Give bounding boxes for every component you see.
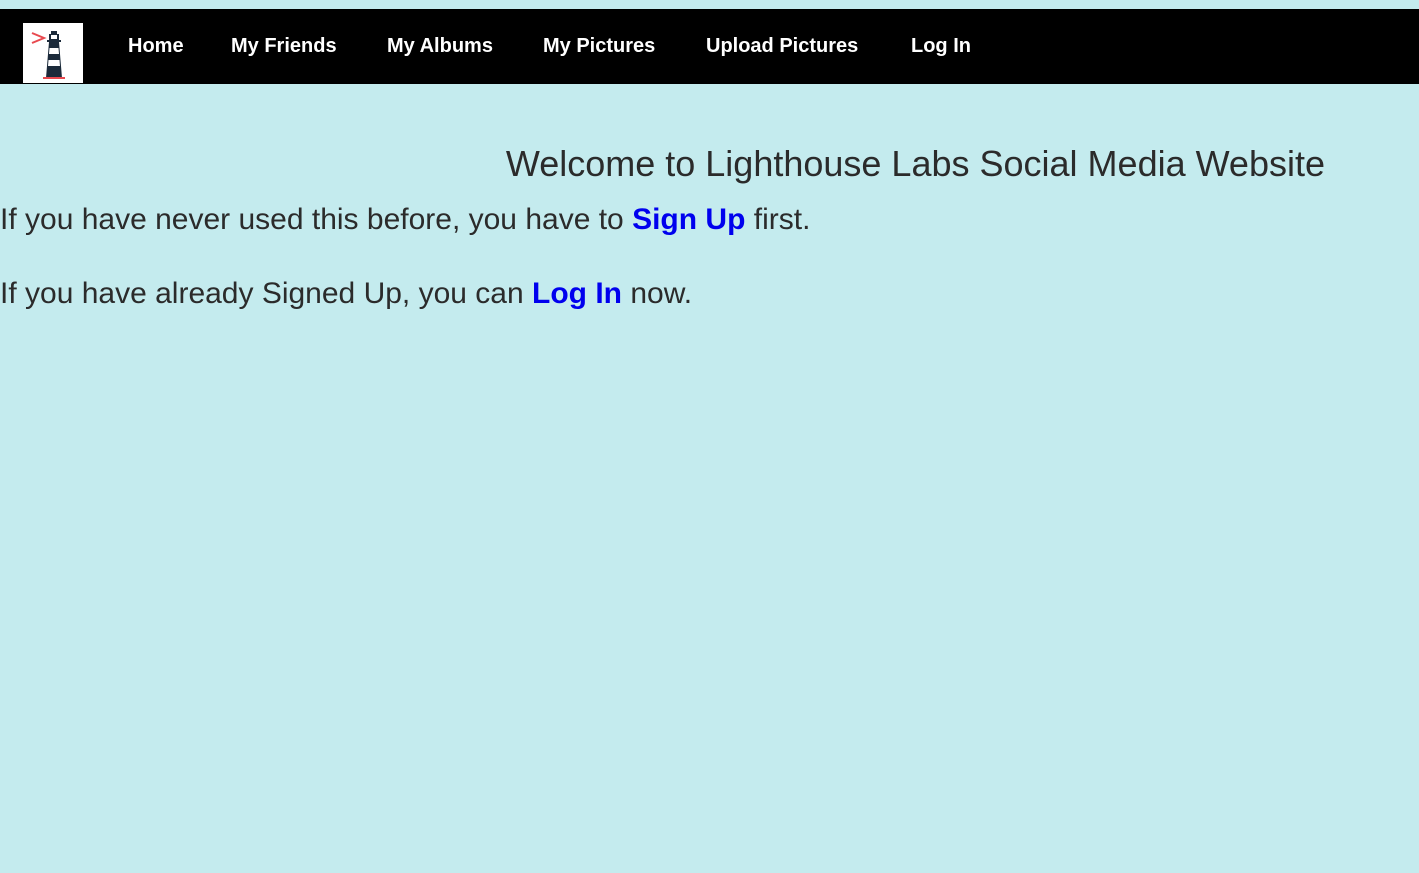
signup-paragraph: If you have never used this before, you … <box>0 203 810 237</box>
sign-up-link[interactable]: Sign Up <box>632 203 745 236</box>
lighthouse-logo-icon[interactable] <box>23 23 83 83</box>
nav-my-pictures-link[interactable]: My Pictures <box>543 9 655 84</box>
signup-text-after: first. <box>745 203 811 236</box>
nav-log-in-link[interactable]: Log In <box>911 9 971 84</box>
signup-text-before: If you have never used this before, you … <box>0 203 633 236</box>
lighthouse-logo-graphic <box>31 31 65 79</box>
nav-my-friends-link[interactable]: My Friends <box>231 9 337 84</box>
log-in-link[interactable]: Log In <box>532 277 622 310</box>
login-text-before: If you have already Signed Up, you can <box>0 277 533 310</box>
welcome-heading: Welcome to Lighthouse Labs Social Media … <box>505 143 1325 184</box>
login-text-after: now. <box>622 277 693 310</box>
login-paragraph: If you have already Signed Up, you can L… <box>0 277 692 311</box>
nav-upload-pictures-link[interactable]: Upload Pictures <box>706 9 858 84</box>
nav-home-link[interactable]: Home <box>128 9 184 84</box>
nav-my-albums-link[interactable]: My Albums <box>387 9 493 84</box>
